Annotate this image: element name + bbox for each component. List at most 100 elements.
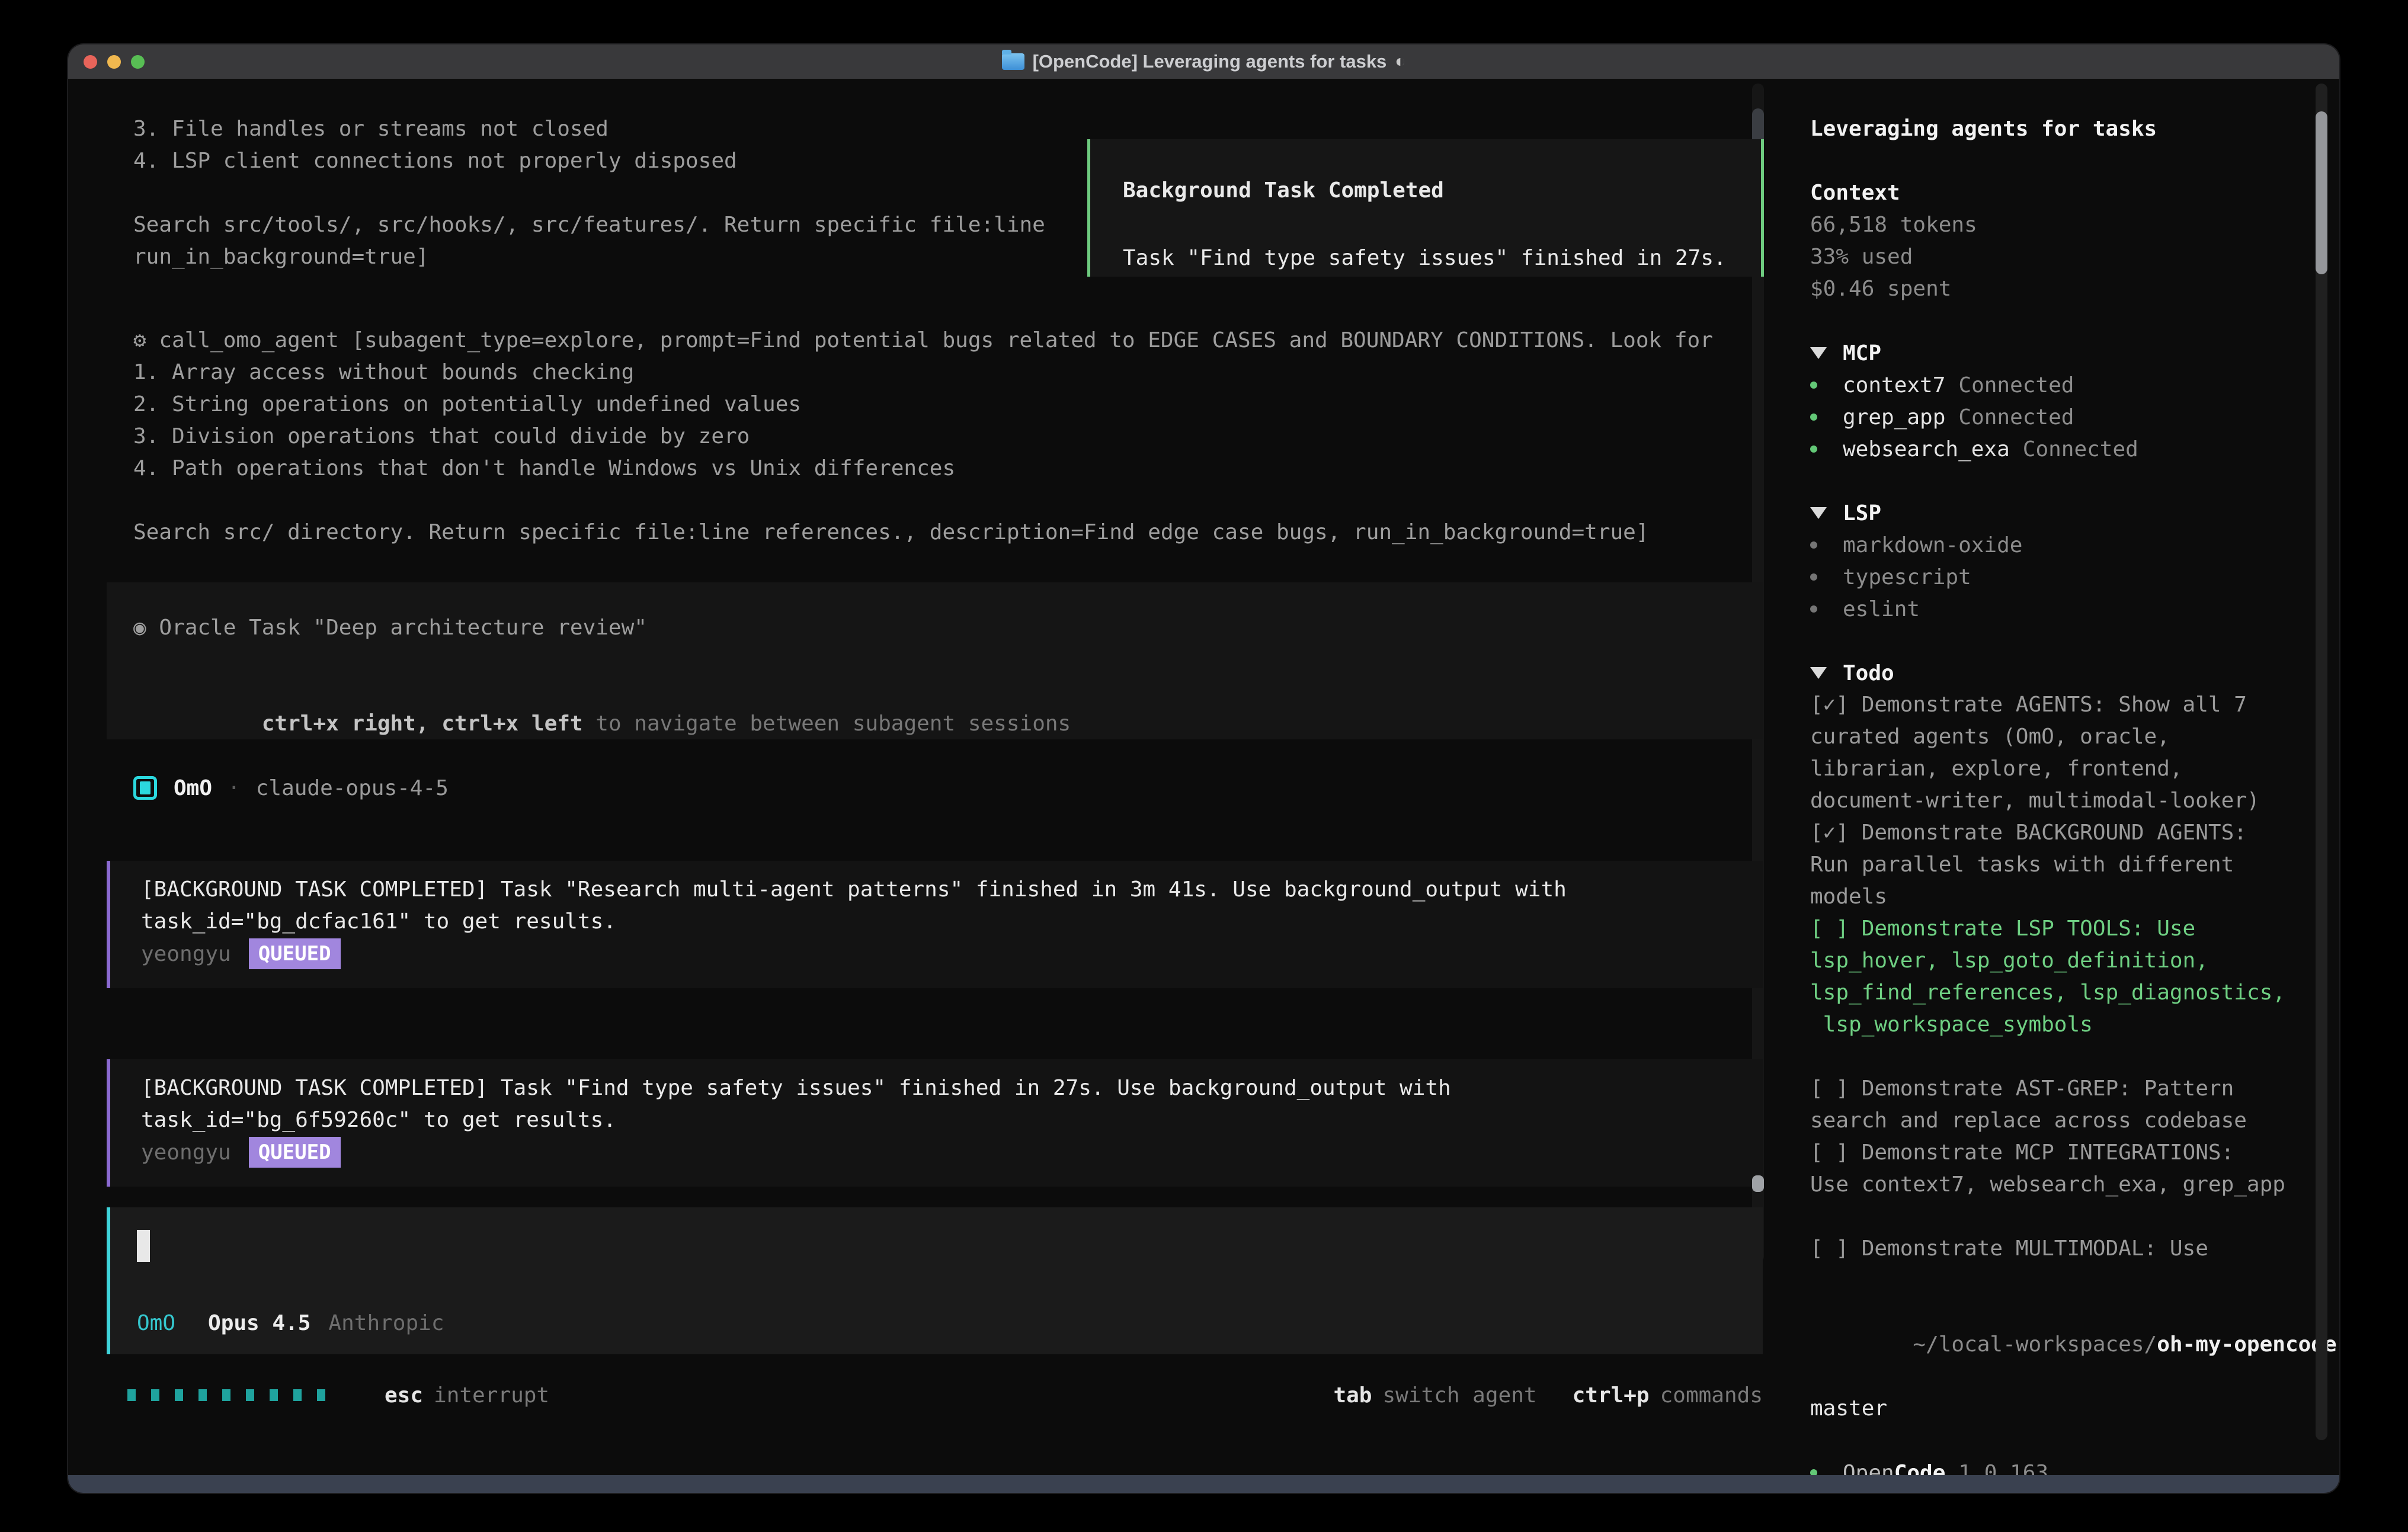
workspace-repo: oh-my-opencode: <box>2157 1332 2339 1357</box>
todo-line: curated agents (OmO, oracle, <box>1810 721 2339 753</box>
notification-title: Background Task Completed <box>1123 175 1761 207</box>
status-badge: QUEUED <box>249 938 341 969</box>
todo-line: [✓] Demonstrate BACKGROUND AGENTS: <box>1810 817 2339 849</box>
agent-model: claude-opus-4-5 <box>256 776 449 800</box>
tool-call-block: ⚙ call_omo_agent [subagent_type=explore,… <box>133 325 1757 549</box>
collapse-marker <box>1810 347 1843 359</box>
app-window: [OpenCode] Leveraging agents for tasks ◐… <box>68 44 2339 1493</box>
half-moon-icon: ◐ <box>1395 52 1405 72</box>
lsp-item: markdown-oxide <box>1810 529 2339 561</box>
input-agent-name: OmO <box>137 1311 175 1335</box>
sidebar-scrollbar-thumb[interactable] <box>2316 111 2327 274</box>
bullet-icon <box>1810 382 1817 389</box>
mcp-status: Connected <box>2023 437 2138 461</box>
title-bar: [OpenCode] Leveraging agents for tasks ◐ <box>68 44 2339 80</box>
context-stats: 66,518 tokens33% used$0.46 spent <box>1810 209 2339 305</box>
lsp-item: eslint <box>1810 593 2339 625</box>
ctrlp-key-hint: ctrl+p <box>1573 1383 1650 1408</box>
mcp-item: context7 Connected <box>1810 369 2339 401</box>
todo-line: [ ] Demonstrate MCP INTEGRATIONS: <box>1810 1137 2339 1169</box>
context-stat-line: 33% used <box>1810 241 2339 273</box>
mcp-item: grep_app Connected <box>1810 401 2339 433</box>
spacer <box>1810 465 2339 497</box>
terminal-content: 3. File handles or streams not closed4. … <box>68 79 2339 1475</box>
close-button[interactable] <box>84 55 97 69</box>
ctrlp-key-label: commands <box>1660 1383 1763 1408</box>
todo-line: lsp_hover, lsp_goto_definition, <box>1810 945 2339 977</box>
bullet-icon <box>1810 573 1817 581</box>
mcp-name: websearch_exa <box>1843 437 2010 461</box>
lsp-heading: LSP <box>1843 501 1881 525</box>
task-user: yeongyu <box>141 942 231 966</box>
sidebar: Leveraging agents for tasks Context 66,5… <box>1789 79 2339 1475</box>
input-footer: OmO Opus 4.5 Anthropic <box>137 1307 444 1339</box>
tool-call-text: call_omo_agent [subagent_type=explore, p… <box>146 328 1713 352</box>
input-model-name: Opus 4.5 <box>208 1311 310 1335</box>
tool-call-prompt-lines: 1. Array access without bounds checking2… <box>133 357 1757 549</box>
tab-key-hint: tab <box>1333 1383 1372 1408</box>
lsp-name: eslint <box>1843 597 1920 621</box>
gear-icon: ⚙ <box>133 328 146 352</box>
notification-body: Task "Find type safety issues" finished … <box>1123 242 1761 274</box>
lsp-section-header[interactable]: LSP <box>1810 497 2339 529</box>
lsp-name: markdown-oxide <box>1843 533 2022 557</box>
window-title: [OpenCode] Leveraging agents for tasks ◐ <box>1002 51 1406 72</box>
workspace-path-line: ~/local-workspaces/oh-my-opencode: <box>1810 1297 2339 1393</box>
terminal-line: Search src/tools/, src/hooks/, src/featu… <box>133 209 1045 241</box>
todo-list: [✓] Demonstrate AGENTS: Show all 7curate… <box>1810 689 2339 1265</box>
sidebar-scrollbar-track[interactable] <box>2316 84 2327 1440</box>
list-marker <box>1810 414 1843 421</box>
spacer <box>1810 305 2339 337</box>
input-provider-name: Anthropic <box>328 1311 444 1335</box>
task-message-line: [BACKGROUND TASK COMPLETED] Task "Find t… <box>141 1072 1763 1104</box>
scrollback-text: 3. File handles or streams not closed4. … <box>133 113 1045 273</box>
terminal-line <box>133 177 1045 209</box>
shortcut-key: ctrl+x right, <box>262 711 441 736</box>
spacer <box>1810 1265 2339 1297</box>
collapse-marker <box>1810 507 1843 519</box>
terminal-line: 4. LSP client connections not properly d… <box>133 145 1045 177</box>
list-marker <box>1810 382 1843 389</box>
todo-line: search and replace across codebase <box>1810 1105 2339 1137</box>
todo-line: lsp_workspace_symbols <box>1810 1009 2339 1041</box>
minimize-button[interactable] <box>107 55 121 69</box>
tool-call-line: ⚙ call_omo_agent [subagent_type=explore,… <box>133 325 1757 357</box>
oracle-task-title: ◉ Oracle Task "Deep architecture review" <box>133 612 1763 644</box>
zoom-button[interactable] <box>131 55 145 69</box>
main-scrollbar-thumb-lower[interactable] <box>1752 1175 1764 1192</box>
mcp-section-header[interactable]: MCP <box>1810 337 2339 369</box>
spacer <box>133 644 1763 676</box>
session-title: Leveraging agents for tasks <box>1810 113 2339 145</box>
prompt-input[interactable]: OmO Opus 4.5 Anthropic <box>107 1207 1763 1354</box>
todo-line: Use context7, websearch_exa, grep_app <box>1810 1169 2339 1201</box>
agent-icon <box>133 776 157 800</box>
activity-dots-icon <box>127 1389 325 1401</box>
bullet-icon <box>1810 446 1817 453</box>
hint-text: to navigate between subagent sessions <box>595 711 1071 736</box>
triangle-down-icon <box>1810 667 1827 679</box>
task-message-line: [BACKGROUND TASK COMPLETED] Task "Resear… <box>141 874 1763 906</box>
main-panel: 3. File handles or streams not closed4. … <box>68 79 1789 1475</box>
folder-icon <box>1002 53 1024 70</box>
context-heading: Context <box>1810 177 2339 209</box>
status-bar: esc interrupt tab switch agent ctrl+p co… <box>107 1379 1763 1411</box>
lsp-list: markdown-oxide typescript eslint <box>1810 529 2339 625</box>
window-title-text: [OpenCode] Leveraging agents for tasks <box>1033 51 1387 72</box>
triangle-down-icon <box>1810 347 1827 359</box>
status-left: esc interrupt <box>107 1383 549 1408</box>
text-cursor <box>137 1230 150 1262</box>
collapse-marker <box>1810 667 1843 679</box>
bullet-icon <box>1810 605 1817 613</box>
status-badge: QUEUED <box>249 1137 341 1168</box>
todo-line: [✓] Demonstrate AGENTS: Show all 7 <box>1810 689 2339 721</box>
task-message-line: task_id="bg_dcfac161" to get results. <box>141 906 1763 938</box>
task-meta-row: yeongyu QUEUED <box>141 1136 1763 1168</box>
agent-session-header: OmO · claude-opus-4-5 <box>133 772 449 804</box>
todo-section-header[interactable]: Todo <box>1810 657 2339 689</box>
terminal-line: 2. String operations on potentially unde… <box>133 389 1757 421</box>
background-task-message-1: [BACKGROUND TASK COMPLETED] Task "Resear… <box>107 861 1763 988</box>
oracle-hint-line: ctrl+x right, ctrl+x left to navigate be… <box>133 676 1763 772</box>
todo-line: librarian, explore, frontend, <box>1810 753 2339 785</box>
window-bottom-edge <box>68 1475 2339 1493</box>
spacer <box>1810 145 2339 177</box>
